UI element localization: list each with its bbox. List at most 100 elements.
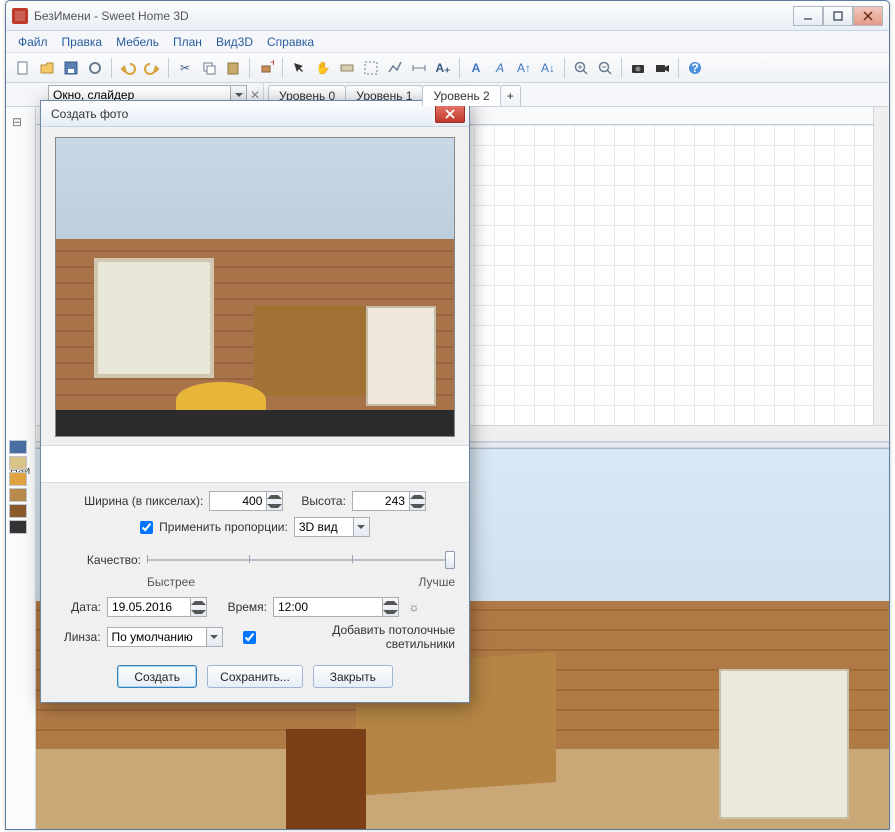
open-icon[interactable] bbox=[36, 57, 58, 79]
height-label: Высота: bbox=[301, 494, 346, 508]
thumb-item[interactable] bbox=[9, 520, 27, 534]
titlebar[interactable]: БезИмени - Sweet Home 3D bbox=[6, 1, 889, 31]
menu-furniture[interactable]: Мебель bbox=[110, 33, 165, 51]
menu-plan[interactable]: План bbox=[167, 33, 208, 51]
maximize-button[interactable] bbox=[823, 6, 853, 26]
aspect-label: Применить пропорции: bbox=[159, 520, 288, 534]
spinner-up-icon[interactable] bbox=[383, 598, 398, 607]
date-label: Дата: bbox=[55, 600, 101, 614]
tree-collapse-icon[interactable]: ⊟ bbox=[6, 107, 35, 137]
aspect-combo-input[interactable] bbox=[294, 517, 354, 537]
slider-thumb[interactable] bbox=[445, 551, 455, 569]
create-photo-dialog: Создать фото Ширина (в пикселах): Высота… bbox=[40, 100, 470, 703]
date-spinner[interactable] bbox=[107, 597, 207, 617]
dialog-title: Создать фото bbox=[51, 107, 435, 121]
app-icon bbox=[12, 8, 28, 24]
polyline-tool-icon[interactable] bbox=[384, 57, 406, 79]
spinner-down-icon[interactable] bbox=[410, 501, 425, 510]
minimize-button[interactable] bbox=[793, 6, 823, 26]
zoom-in-icon[interactable] bbox=[570, 57, 592, 79]
text-tool-icon[interactable]: A₊ bbox=[432, 57, 454, 79]
spinner-up-icon[interactable] bbox=[191, 598, 206, 607]
close-button[interactable] bbox=[853, 6, 883, 26]
redo-icon[interactable] bbox=[141, 57, 163, 79]
thumb-item[interactable] bbox=[9, 488, 27, 502]
menu-view3d[interactable]: Вид3D bbox=[210, 33, 259, 51]
video-icon[interactable] bbox=[651, 57, 673, 79]
armchair-3d bbox=[719, 669, 849, 819]
menu-bar: Файл Правка Мебель План Вид3D Справка bbox=[6, 31, 889, 53]
text-italic-icon[interactable]: A bbox=[489, 57, 511, 79]
copy-icon[interactable] bbox=[198, 57, 220, 79]
create-button[interactable]: Создать bbox=[117, 665, 197, 688]
room-tool-icon[interactable] bbox=[360, 57, 382, 79]
spinner-down-icon[interactable] bbox=[383, 607, 398, 616]
time-input[interactable] bbox=[273, 597, 383, 617]
height-spinner[interactable] bbox=[352, 491, 426, 511]
quality-fast-label: Быстрее bbox=[147, 575, 195, 589]
thumb-item[interactable] bbox=[9, 440, 27, 454]
close-dialog-button[interactable]: Закрыть bbox=[313, 665, 393, 688]
wall-tool-icon[interactable] bbox=[336, 57, 358, 79]
save-button[interactable]: Сохранить... bbox=[207, 665, 303, 688]
spinner-down-icon[interactable] bbox=[191, 607, 206, 616]
thumb-item[interactable] bbox=[9, 504, 27, 518]
window-title: БезИмени - Sweet Home 3D bbox=[34, 9, 793, 23]
lens-combo[interactable] bbox=[107, 627, 223, 647]
height-input[interactable] bbox=[352, 491, 410, 511]
width-spinner[interactable] bbox=[209, 491, 283, 511]
menu-help[interactable]: Справка bbox=[261, 33, 320, 51]
spinner-up-icon[interactable] bbox=[267, 492, 282, 501]
width-input[interactable] bbox=[209, 491, 267, 511]
quality-slider[interactable] bbox=[147, 551, 455, 569]
zoom-out-icon[interactable] bbox=[594, 57, 616, 79]
svg-text:+: + bbox=[270, 60, 274, 69]
new-icon[interactable] bbox=[12, 57, 34, 79]
undo-icon[interactable] bbox=[117, 57, 139, 79]
ceiling-lights-checkbox[interactable] bbox=[243, 631, 256, 644]
tab-level-2[interactable]: Уровень 2 bbox=[422, 85, 500, 106]
date-input[interactable] bbox=[107, 597, 191, 617]
furniture-thumbnails bbox=[6, 440, 30, 534]
dimension-tool-icon[interactable] bbox=[408, 57, 430, 79]
spinner-down-icon[interactable] bbox=[267, 501, 282, 510]
select-tool-icon[interactable] bbox=[288, 57, 310, 79]
daylight-icon[interactable]: ☼ bbox=[405, 598, 423, 616]
text-bold-icon[interactable]: A bbox=[465, 57, 487, 79]
lens-label: Линза: bbox=[55, 630, 101, 644]
thumb-item[interactable] bbox=[9, 456, 27, 470]
cut-icon[interactable]: ✂ bbox=[174, 57, 196, 79]
text-size-down-icon[interactable]: A↓ bbox=[537, 57, 559, 79]
plan-scrollbar-vertical[interactable] bbox=[873, 107, 889, 425]
menu-file[interactable]: Файл bbox=[12, 33, 54, 51]
photo-preview bbox=[55, 137, 455, 437]
dialog-close-button[interactable] bbox=[435, 105, 465, 123]
help-icon[interactable]: ? bbox=[684, 57, 706, 79]
add-furniture-icon[interactable]: + bbox=[255, 57, 277, 79]
aspect-combo[interactable] bbox=[294, 517, 370, 537]
text-size-up-icon[interactable]: A↑ bbox=[513, 57, 535, 79]
tab-add-level[interactable]: + bbox=[500, 85, 521, 106]
thumb-item[interactable] bbox=[9, 472, 27, 486]
quality-label: Качество: bbox=[55, 553, 141, 567]
aspect-combo-dropdown[interactable] bbox=[354, 517, 370, 537]
ceiling-lights-label: Добавить потолочные светильники bbox=[262, 623, 455, 651]
width-label: Ширина (в пикселах): bbox=[84, 494, 203, 508]
lens-combo-dropdown[interactable] bbox=[207, 627, 223, 647]
toolbar: ✂ + ✋ A₊ A A A↑ A↓ ? bbox=[6, 53, 889, 83]
save-icon[interactable] bbox=[60, 57, 82, 79]
chair-3d bbox=[286, 729, 366, 829]
lens-combo-input[interactable] bbox=[107, 627, 207, 647]
aspect-checkbox[interactable] bbox=[140, 521, 153, 534]
photo-icon[interactable] bbox=[627, 57, 649, 79]
quality-best-label: Лучше bbox=[418, 575, 455, 589]
dialog-titlebar[interactable]: Создать фото bbox=[41, 101, 469, 127]
time-label: Время: bbox=[221, 600, 267, 614]
paste-icon[interactable] bbox=[222, 57, 244, 79]
svg-text:?: ? bbox=[691, 61, 698, 75]
time-spinner[interactable] bbox=[273, 597, 399, 617]
menu-edit[interactable]: Правка bbox=[56, 33, 109, 51]
preferences-icon[interactable] bbox=[84, 57, 106, 79]
spinner-up-icon[interactable] bbox=[410, 492, 425, 501]
pan-tool-icon[interactable]: ✋ bbox=[312, 57, 334, 79]
